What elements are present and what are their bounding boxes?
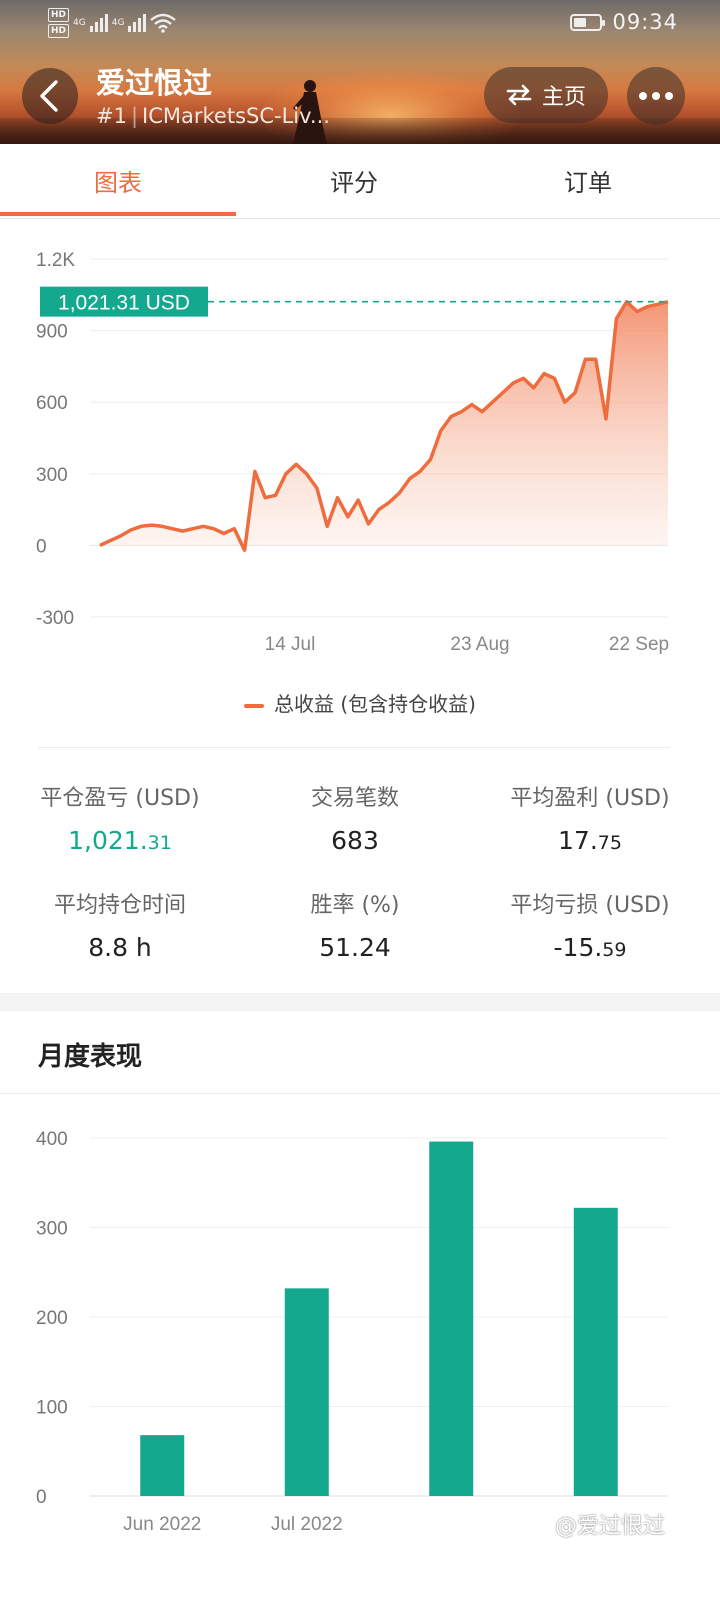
stat-avg-loss: 平均亏损 (USD) -15.59 (470, 887, 710, 962)
stat-label: 交易笔数 (310, 786, 399, 811)
account-name: ICMarketsSC-Liv... (142, 104, 330, 128)
y-tick-label: 600 (36, 393, 68, 414)
y-tick-label: 1.2K (36, 250, 75, 271)
stat-avg-hold-time: 平均持仓时间 8.8 h (0, 887, 240, 962)
swap-icon (506, 84, 532, 106)
stat-label: 平均盈利 (USD) (510, 786, 670, 811)
signal-icon (89, 14, 108, 32)
section-gap (0, 993, 720, 1011)
y-tick-label: 0 (36, 1487, 47, 1508)
more-button[interactable] (627, 67, 685, 125)
home-button-label: 主页 (541, 85, 586, 110)
stat-value: -15.59 (553, 933, 627, 962)
more-dots-icon (639, 92, 647, 100)
divider (38, 747, 670, 748)
y-tick-label: 200 (36, 1308, 68, 1329)
back-button[interactable] (22, 68, 78, 124)
tab-chart[interactable]: 图表 (0, 144, 236, 216)
active-tab-indicator (0, 212, 236, 216)
legend-label: 总收益 (包含持仓收益) (274, 692, 476, 716)
profile-header: HD HD 4G 4G 09:34 爱过恨过 #1 | ICMarketsSC-… (0, 0, 720, 144)
stat-value: 8.8 h (88, 933, 152, 962)
stat-win-rate: 胜率 (%) 51.24 (235, 887, 475, 962)
stat-trade-count: 交易笔数 683 (235, 780, 475, 855)
network-type-2: 4G (111, 18, 125, 28)
y-tick-label: -300 (36, 608, 74, 629)
stat-closed-pnl: 平仓盈亏 (USD) 1,021.31 (0, 780, 240, 855)
watermark: @爱过恨过 (555, 1514, 666, 1539)
stat-value: 1,021.31 (68, 826, 172, 855)
x-tick-label: Jun 2022 (123, 1514, 201, 1535)
y-tick-label: 400 (36, 1129, 68, 1150)
stat-label: 平均持仓时间 (53, 893, 186, 918)
monthly-section-title: 月度表现 (38, 1042, 143, 1072)
stat-value: 51.24 (319, 933, 391, 962)
x-tick-label: 22 Sep (609, 634, 669, 655)
equity-chart-svg: 1.2K 900 600 300 0 -300 14 Jul 23 Aug 22 Sep 1,02… (36, 250, 669, 655)
x-tick-label: Jul 2022 (271, 1514, 343, 1535)
battery-icon (570, 13, 606, 31)
y-tick-label: 300 (36, 465, 68, 486)
legend-swatch (244, 703, 265, 708)
status-bar: HD HD 4G 4G 09:34 (0, 8, 720, 44)
chevron-left-icon (40, 80, 58, 112)
stat-value: 17.75 (558, 826, 622, 855)
tab-rating[interactable]: 评分 (236, 144, 472, 216)
wifi-icon (150, 13, 177, 33)
y-tick-label: 300 (36, 1219, 68, 1240)
clock: 09:34 (612, 10, 678, 34)
x-tick-label: 14 Jul (265, 634, 316, 655)
divider (0, 1093, 720, 1094)
stat-avg-profit: 平均盈利 (USD) 17.75 (470, 780, 710, 855)
y-tick-label: 0 (36, 536, 47, 557)
signal-icon-2 (128, 14, 147, 32)
y-tick-label: 900 (36, 322, 68, 343)
home-button[interactable]: 主页 (484, 67, 608, 123)
y-tick-label: 100 (36, 1398, 68, 1419)
current-value-label: 1,021.31 USD (58, 292, 190, 315)
equity-chart[interactable]: 1.2K 900 600 300 0 -300 14 Jul 23 Aug 22 Sep 1,02… (0, 218, 720, 738)
hd-badge-2: HD (48, 24, 70, 38)
stat-value: 683 (331, 826, 379, 855)
equity-area-fill (100, 301, 668, 551)
tab-bar: 图表 评分 订单 (0, 144, 720, 219)
profile-name: 爱过恨过 (96, 66, 213, 100)
x-tick-label: 23 Aug (450, 634, 509, 655)
tab-orders[interactable]: 订单 (470, 144, 706, 216)
stat-label: 平均亏损 (USD) (510, 893, 670, 918)
stat-label: 平仓盈亏 (USD) (40, 786, 200, 811)
stat-label: 胜率 (%) (310, 893, 400, 918)
rank-label: #1 (96, 104, 127, 128)
account-info: #1 | ICMarketsSC-Liv... (96, 104, 330, 128)
monthly-bar (573, 1207, 618, 1496)
chart-legend: 总收益 (包含持仓收益) (0, 688, 720, 717)
hd-badge-1: HD (48, 8, 70, 22)
monthly-bar (429, 1141, 474, 1496)
monthly-bar (284, 1288, 329, 1496)
network-type-1: 4G (73, 18, 86, 28)
monthly-bar (140, 1435, 185, 1496)
